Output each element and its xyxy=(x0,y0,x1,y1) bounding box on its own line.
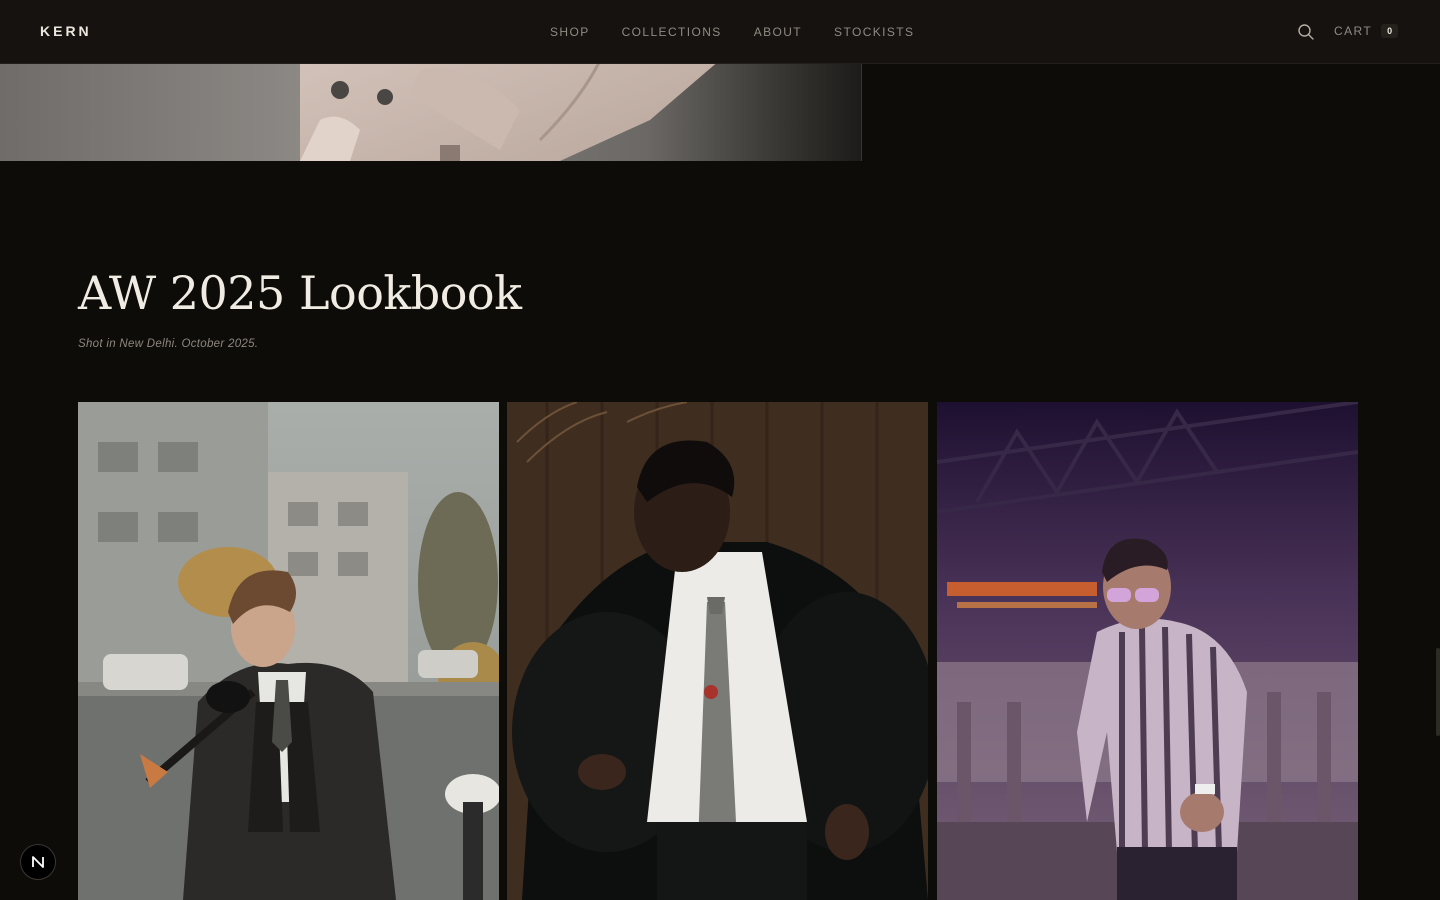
lookbook-title: AW 2025 Lookbook xyxy=(78,266,522,320)
site-header: KERN SHOP COLLECTIONS ABOUT STOCKISTS CA… xyxy=(0,0,1440,64)
main-nav: SHOP COLLECTIONS ABOUT STOCKISTS xyxy=(550,25,914,39)
brand-logo[interactable]: KERN xyxy=(40,23,92,39)
cart-button[interactable]: CART 0 xyxy=(1334,24,1399,38)
next-n-icon[interactable] xyxy=(20,844,56,880)
cart-count-badge: 0 xyxy=(1381,24,1399,38)
cart-label: CART xyxy=(1334,24,1373,38)
lookbook-caption: Shot in New Delhi. October 2025. xyxy=(78,338,259,350)
search-icon[interactable] xyxy=(1297,23,1315,41)
nav-shop[interactable]: SHOP xyxy=(550,25,590,39)
lookbook-photo-2[interactable] xyxy=(507,402,928,900)
nav-stockists[interactable]: STOCKISTS xyxy=(834,25,914,39)
nav-about[interactable]: ABOUT xyxy=(754,25,802,39)
nav-collections[interactable]: COLLECTIONS xyxy=(622,25,722,39)
scrollbar-thumb[interactable] xyxy=(1436,648,1440,736)
lookbook-photo-1[interactable] xyxy=(78,402,499,900)
lookbook-photo-3[interactable] xyxy=(937,402,1358,900)
